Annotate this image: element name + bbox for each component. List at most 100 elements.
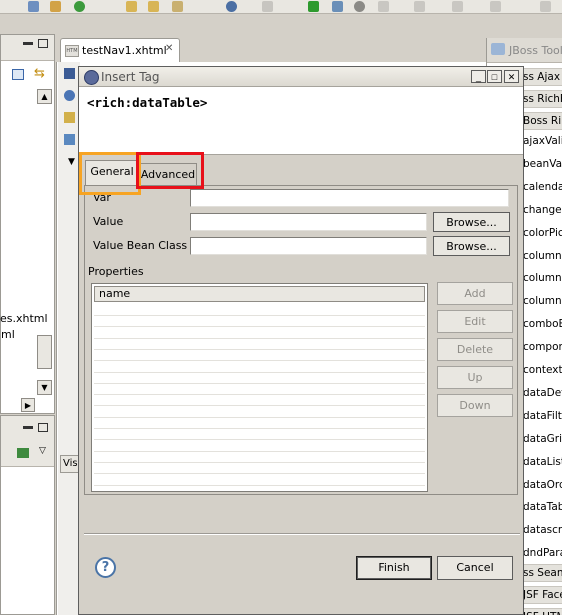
file-tree-item[interactable]: ml xyxy=(1,328,15,341)
up-button[interactable]: Up xyxy=(437,366,513,389)
down-button[interactable]: Down xyxy=(437,394,513,417)
value-bean-class-field[interactable] xyxy=(190,237,427,255)
maximize-icon[interactable] xyxy=(38,423,48,432)
var-field[interactable] xyxy=(190,189,509,207)
tag-name: <rich:dataTable> xyxy=(87,95,208,110)
scroll-thumb[interactable] xyxy=(37,335,52,369)
palette-item[interactable]: dataFilte xyxy=(523,410,562,422)
maximize-icon[interactable] xyxy=(38,39,48,48)
value-field[interactable] xyxy=(190,213,427,231)
collapse-arrow-icon[interactable]: ▼ xyxy=(68,157,75,167)
toolbar-icon-3[interactable] xyxy=(74,1,85,12)
toolbar-icon-14[interactable] xyxy=(452,1,463,12)
properties-table[interactable]: name xyxy=(91,283,428,492)
toolbar-icon-1[interactable] xyxy=(28,1,39,12)
add-button[interactable]: Add xyxy=(437,282,513,305)
toolbar-icon-6[interactable] xyxy=(172,1,183,12)
gutter-icon[interactable] xyxy=(64,90,75,101)
value-browse-button[interactable]: Browse... xyxy=(433,212,510,232)
general-tab-highlight xyxy=(79,152,141,195)
palette-item[interactable]: dndPara xyxy=(523,547,562,559)
table-row xyxy=(94,405,425,407)
tag-preview-area: <rich:dataTable> xyxy=(79,87,523,155)
toolbar-icon-11[interactable] xyxy=(354,1,365,12)
minimize-icon[interactable] xyxy=(23,426,33,429)
cancel-button[interactable]: Cancel xyxy=(437,556,513,580)
palette-item[interactable]: ajaxValid xyxy=(523,135,562,147)
table-row xyxy=(94,348,425,350)
table-row xyxy=(94,315,425,316)
gutter-icon[interactable] xyxy=(64,134,75,145)
table-row xyxy=(94,416,425,418)
palette-item[interactable]: columnG xyxy=(523,272,562,284)
delete-button[interactable]: Delete xyxy=(437,338,513,361)
package-explorer-view: ⇆ ▲ ▼ ▶ es.xhtml ml xyxy=(0,34,55,414)
view-header: ▽ xyxy=(1,416,54,467)
palette-item[interactable]: dataDef xyxy=(523,387,562,399)
chevron-down-icon[interactable]: ▽ xyxy=(39,446,46,456)
scroll-right-arrow[interactable]: ▶ xyxy=(21,398,35,412)
run-icon[interactable] xyxy=(308,1,319,12)
view-menu-icon[interactable] xyxy=(17,448,29,458)
gutter-icon[interactable] xyxy=(64,68,75,79)
table-row xyxy=(94,394,425,396)
palette-icon xyxy=(491,43,505,55)
palette-item[interactable]: comboBo xyxy=(523,318,562,330)
scroll-down-arrow[interactable]: ▼ xyxy=(37,380,52,395)
table-row xyxy=(94,484,425,486)
gutter-icon[interactable] xyxy=(64,112,75,123)
palette-item[interactable]: dataList xyxy=(523,456,562,468)
gear-icon xyxy=(84,70,99,85)
palette-item[interactable]: colorPick xyxy=(523,227,562,239)
palette-header: JBoss Tools xyxy=(487,38,562,63)
toolbar-icon-7[interactable] xyxy=(226,1,237,12)
minimize-button[interactable]: _ xyxy=(471,70,486,83)
collapse-all-icon[interactable] xyxy=(12,69,24,80)
palette-item[interactable]: changeB xyxy=(523,204,562,216)
value-bean-class-browse-button[interactable]: Browse... xyxy=(433,236,510,256)
palette-item[interactable]: column xyxy=(523,250,562,262)
toolbar-icon-15[interactable] xyxy=(490,1,501,12)
toolbar-icon-10[interactable] xyxy=(332,1,343,12)
minimize-icon[interactable] xyxy=(23,42,33,45)
help-icon[interactable]: ? xyxy=(95,557,116,578)
editor-tab[interactable]: HTM testNav1.xhtml ✕ xyxy=(60,38,180,62)
table-row xyxy=(94,337,425,339)
table-row xyxy=(94,461,425,463)
palette-item[interactable]: context xyxy=(523,364,562,376)
table-row xyxy=(94,450,425,452)
palette-item[interactable]: dataOrd xyxy=(523,479,562,491)
palette-item[interactable]: compone xyxy=(523,341,562,353)
toolbar-icon-16[interactable] xyxy=(540,1,551,12)
name-column-header[interactable]: name xyxy=(94,286,425,302)
palette-item[interactable]: datascro xyxy=(523,524,562,536)
file-tree-item[interactable]: es.xhtml xyxy=(0,312,48,325)
main-toolbar xyxy=(0,0,562,14)
palette-item[interactable]: columns xyxy=(523,295,562,307)
palette-item[interactable]: beanVali xyxy=(523,158,562,170)
table-row xyxy=(94,382,425,384)
html-file-icon: HTM xyxy=(65,45,79,57)
toolbar-icon-12[interactable] xyxy=(378,1,389,12)
table-row xyxy=(94,439,425,441)
toolbar-icon-2[interactable] xyxy=(50,1,61,12)
dialog-title: Insert Tag xyxy=(101,70,160,84)
toolbar-icon-5[interactable] xyxy=(148,1,159,12)
palette-item[interactable]: dataGrid xyxy=(523,433,562,445)
edit-button[interactable]: Edit xyxy=(437,310,513,333)
value-bean-class-label: Value Bean Class xyxy=(93,239,188,252)
advanced-tab-highlight xyxy=(136,152,204,189)
finish-button[interactable]: Finish xyxy=(356,556,432,580)
toolbar-icon-13[interactable] xyxy=(414,1,425,12)
table-row xyxy=(94,428,425,429)
palette-item[interactable]: calendar xyxy=(523,181,562,193)
close-button[interactable]: ✕ xyxy=(504,70,519,83)
toolbar-icon-4[interactable] xyxy=(126,1,137,12)
link-editor-icon[interactable]: ⇆ xyxy=(34,67,48,81)
scroll-up-arrow[interactable]: ▲ xyxy=(37,89,52,104)
close-icon[interactable]: ✕ xyxy=(165,43,173,54)
palette-item[interactable]: dataTab xyxy=(523,501,562,513)
toolbar-icon-8[interactable] xyxy=(262,1,273,12)
maximize-button[interactable]: □ xyxy=(487,70,502,83)
view-header xyxy=(1,35,54,61)
